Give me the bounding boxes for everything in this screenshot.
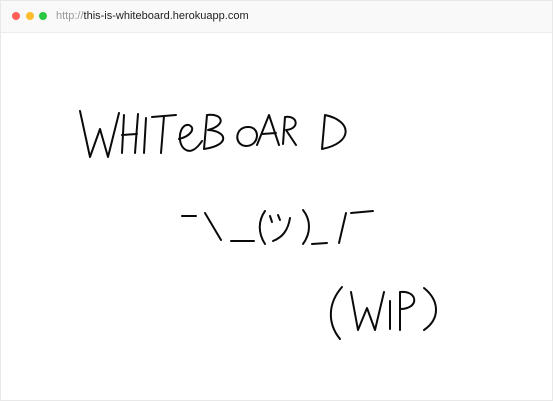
whiteboard-word: [79, 110, 347, 158]
whiteboard-canvas[interactable]: [1, 33, 552, 400]
url-host: this-is-whiteboard.herokuapp.com: [83, 10, 249, 22]
url-protocol: http://: [56, 10, 84, 22]
wip-label: [329, 286, 437, 340]
close-window-button[interactable]: [12, 12, 20, 20]
browser-titlebar: http://this-is-whiteboard.herokuapp.com: [1, 1, 552, 33]
address-bar[interactable]: http://this-is-whiteboard.herokuapp.com: [56, 10, 249, 23]
whiteboard-drawing: [79, 110, 437, 340]
shrug-emoticon: [181, 209, 374, 245]
browser-window: http://this-is-whiteboard.herokuapp.com: [0, 0, 553, 401]
minimize-window-button[interactable]: [26, 12, 34, 20]
maximize-window-button[interactable]: [39, 12, 47, 20]
